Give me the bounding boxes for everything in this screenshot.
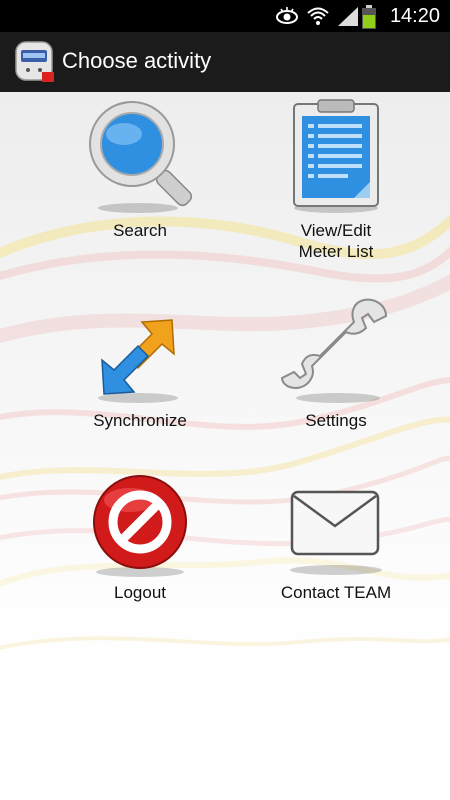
meter-icon[interactable] — [14, 40, 56, 84]
tile-label: Synchronize — [93, 411, 187, 430]
sync-arrows-icon — [98, 319, 178, 403]
clipboard-icon — [293, 99, 379, 213]
stop-sign-icon — [93, 475, 187, 577]
battery-icon — [362, 5, 376, 29]
magnifier-icon — [89, 101, 193, 213]
page-title: Choose activity — [62, 48, 212, 73]
status-bar: 14:20 — [0, 0, 450, 32]
tile-label: Contact TEAM — [280, 583, 392, 602]
action-bar: Choose activity — [0, 32, 450, 93]
tile-label: View/Edit Meter List — [298, 221, 374, 261]
tile-search[interactable]: Search — [50, 98, 230, 241]
tile-view-edit-meter-list[interactable]: View/Edit Meter List — [246, 98, 426, 262]
envelope-icon — [290, 490, 382, 575]
activity-grid: Search View/Edit Meter List Synchronize … — [0, 92, 450, 800]
tile-synchronize[interactable]: Synchronize — [50, 302, 230, 431]
wifi-icon — [307, 7, 329, 25]
tile-label: Settings — [305, 411, 367, 430]
tile-label: Search — [113, 221, 167, 240]
status-time: 14:20 — [389, 5, 440, 27]
tile-logout[interactable]: Logout — [50, 474, 230, 603]
tile-settings[interactable]: Settings — [246, 292, 426, 431]
wrench-icon — [280, 298, 388, 403]
tile-label: Logout — [114, 583, 166, 602]
eye-icon — [276, 7, 298, 24]
tile-contact-team[interactable]: Contact TEAM — [246, 474, 426, 603]
signal-icon — [338, 7, 358, 26]
